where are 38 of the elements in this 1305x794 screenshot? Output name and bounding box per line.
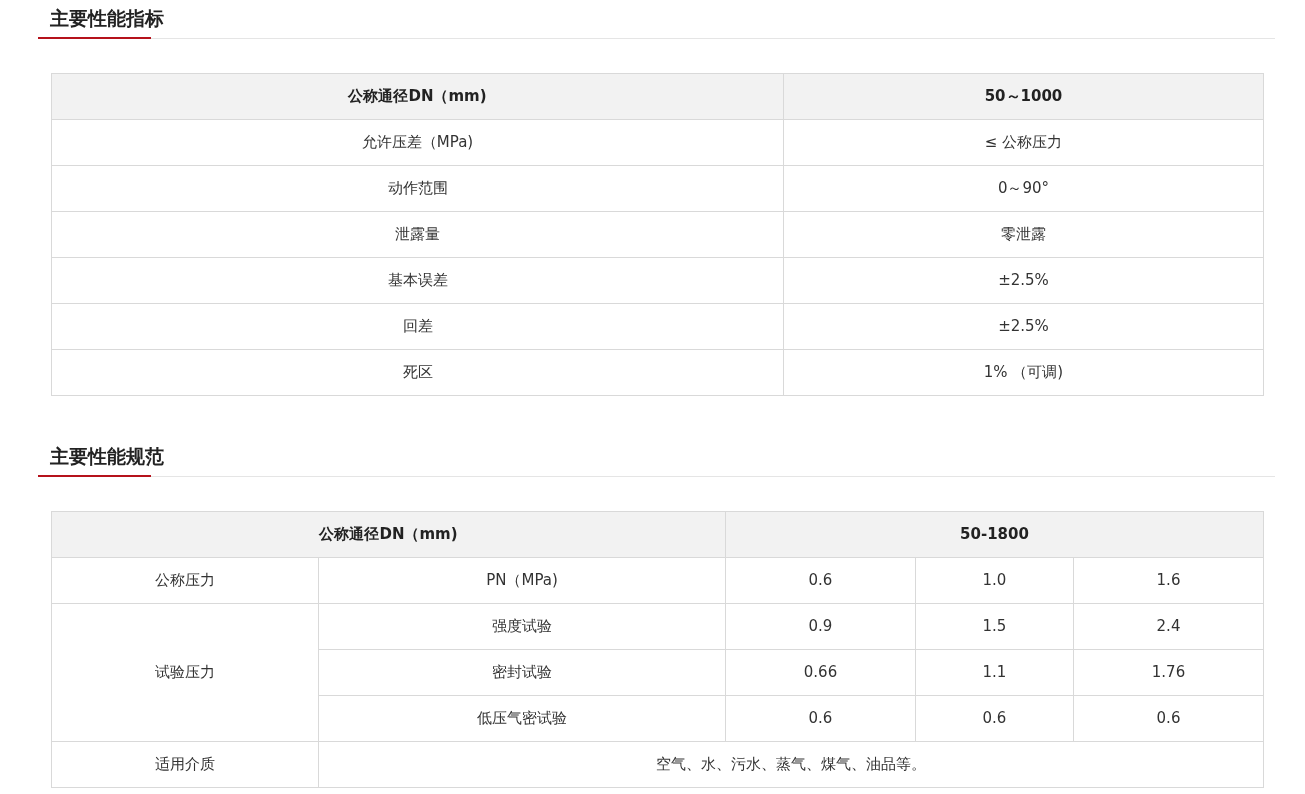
table-cell: 1.0	[915, 557, 1074, 604]
table-cell: PN（MPa)	[318, 557, 726, 604]
table-cell: 零泄露	[783, 211, 1264, 258]
table-cell: ±2.5%	[783, 303, 1264, 350]
table-cell: 泄露量	[51, 211, 784, 258]
table-cell: 回差	[51, 303, 784, 350]
table-cell: 空气、水、污水、蒸气、煤气、油品等。	[318, 741, 1264, 788]
table-cell: 允许压差（MPa)	[51, 119, 784, 166]
table-cell: 1.6	[1073, 557, 1264, 604]
table-cell: 0.6	[1073, 695, 1264, 742]
header-cell: 公称通径DN（mm)	[51, 511, 726, 558]
section-title: 主要性能指标	[49, 6, 164, 31]
table-cell: 动作范围	[51, 165, 784, 212]
table-cell: 1% （可调)	[783, 349, 1264, 396]
table-cell: ±2.5%	[783, 257, 1264, 304]
table-cell: 低压气密试验	[318, 695, 726, 742]
header-cell: 50～1000	[783, 73, 1264, 120]
table-cell: 0.66	[725, 649, 916, 696]
table-cell: 0.9	[725, 603, 916, 650]
table-cell: 密封试验	[318, 649, 726, 696]
table-cell: 0～90°	[783, 165, 1264, 212]
header-cell: 50-1800	[725, 511, 1264, 558]
table-cell: 1.1	[915, 649, 1074, 696]
section-title: 主要性能规范	[49, 444, 164, 469]
table-cell: 1.5	[915, 603, 1074, 650]
table-cell: 2.4	[1073, 603, 1264, 650]
header-cell: 公称通径DN（mm)	[51, 73, 784, 120]
table-cell: 基本误差	[51, 257, 784, 304]
table-cell: 0.6	[725, 557, 916, 604]
table-cell: 强度试验	[318, 603, 726, 650]
table-cell: ≤ 公称压力	[783, 119, 1264, 166]
table-cell: 试验压力	[51, 603, 319, 742]
table-cell: 公称压力	[51, 557, 319, 604]
table-cell: 1.76	[1073, 649, 1264, 696]
table-cell: 0.6	[725, 695, 916, 742]
table-cell: 适用介质	[51, 741, 319, 788]
table-cell: 死区	[51, 349, 784, 396]
table-cell: 0.6	[915, 695, 1074, 742]
